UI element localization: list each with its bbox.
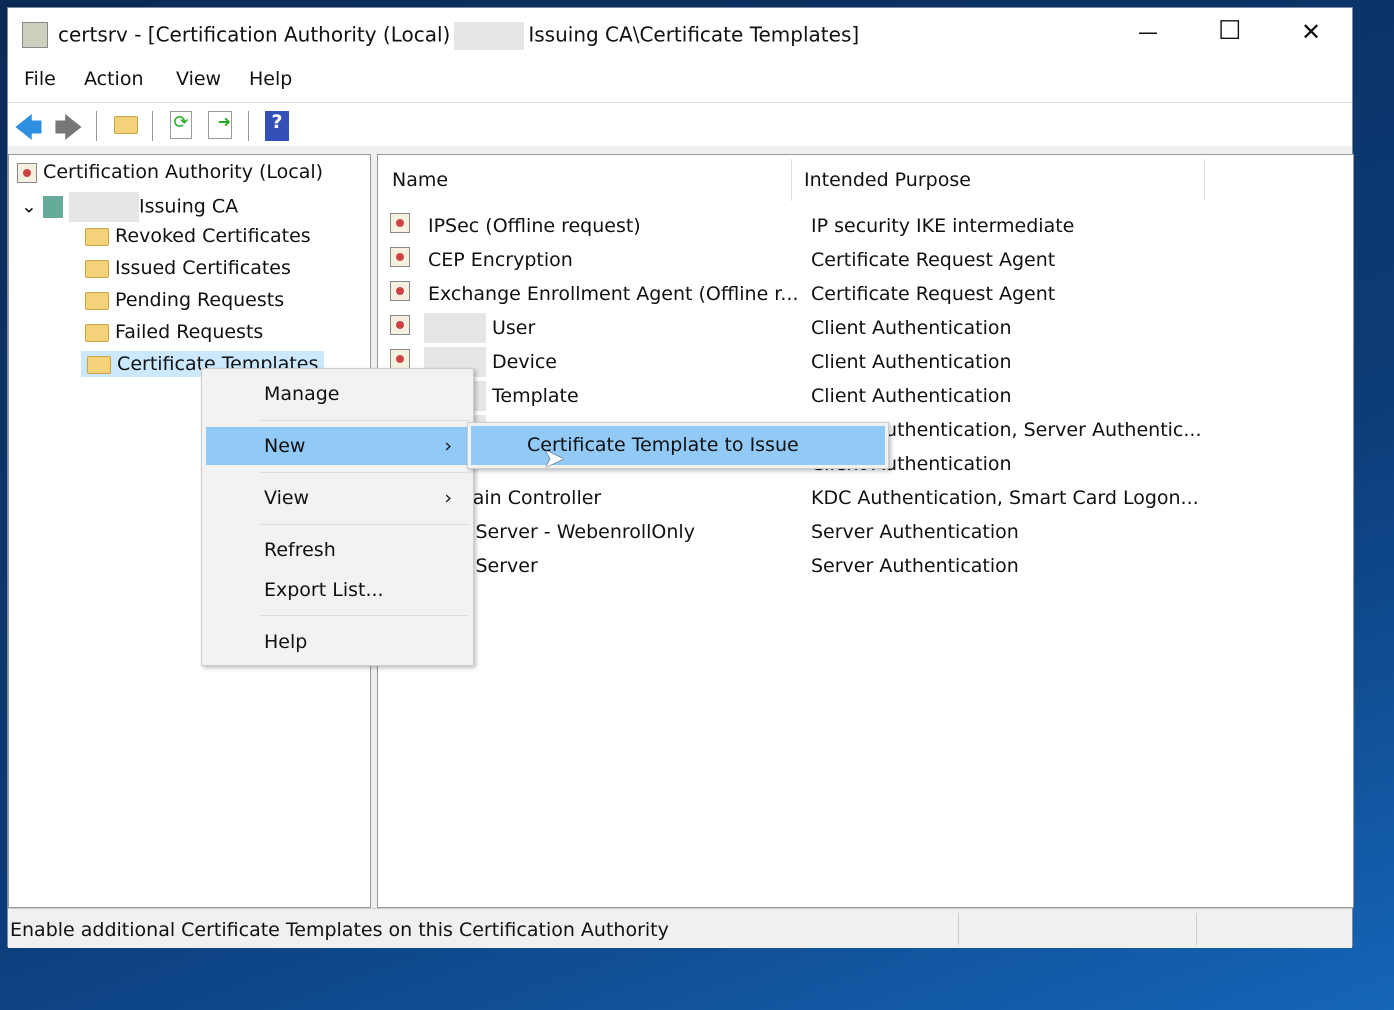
ca-root-icon <box>17 162 37 183</box>
column-header-purpose[interactable]: Intended Purpose <box>804 169 971 191</box>
column-divider[interactable] <box>791 159 792 201</box>
template-name: Device <box>492 351 557 373</box>
intended-purpose: Client Authentication <box>811 351 1012 373</box>
intended-purpose: Certificate Request Agent <box>811 249 1056 271</box>
ca-server-icon <box>42 196 63 218</box>
export-list-icon[interactable]: ➜ <box>208 111 232 139</box>
menu-item-export-list[interactable]: Export List... <box>206 571 470 609</box>
tree-item-failed[interactable]: Failed Requests <box>85 321 263 343</box>
tree-item-issued[interactable]: Issued Certificates <box>85 257 291 279</box>
menu-item-certificate-template-to-issue[interactable]: Certificate Template to Issue <box>471 426 885 465</box>
template-name: IPSec (Offline request) <box>428 215 641 237</box>
certificate-template-icon <box>390 213 410 233</box>
menu-view[interactable]: View <box>176 68 221 90</box>
table-row[interactable]: Exchange Enrollment Agent (Offline r... C… <box>388 279 1348 311</box>
refresh-icon[interactable]: ⟳ <box>170 111 192 139</box>
toolbar-separator <box>96 111 97 141</box>
menu-help[interactable]: Help <box>249 68 292 90</box>
submenu-new: Certificate Template to Issue <box>467 422 889 469</box>
table-row[interactable]: Web Server - WebenrollOnly Server Authent… <box>388 517 1348 549</box>
table-row[interactable]: Domain Controller KDC Authentication, Sma… <box>388 483 1348 515</box>
status-bar: Enable additional Certificate Templates … <box>8 908 1352 948</box>
table-row[interactable]: Device Client Authentication <box>388 347 1348 379</box>
tree-root[interactable]: Certification Authority (Local) <box>17 161 323 183</box>
template-name: Exchange Enrollment Agent (Offline r... <box>428 283 799 305</box>
tree-item-revoked[interactable]: Revoked Certificates <box>85 225 311 247</box>
table-row[interactable]: Template Client Authentication <box>388 381 1348 413</box>
folder-icon <box>87 355 111 374</box>
folder-icon <box>85 291 109 310</box>
certificate-template-icon <box>390 349 410 369</box>
certificate-template-icon <box>390 315 410 335</box>
toolbar: 🡄 🡆 ⟳ ➜ ? <box>8 102 1352 146</box>
window-title: certsrv - [Certification Authority (Loca… <box>58 22 859 50</box>
chevron-right-icon: › <box>444 487 452 509</box>
table-row[interactable]: User Client Authentication <box>388 313 1348 345</box>
template-name: User <box>492 317 536 339</box>
template-name: CEP Encryption <box>428 249 573 271</box>
certificate-template-icon <box>390 247 410 267</box>
menu-item-refresh[interactable]: Refresh <box>206 531 470 569</box>
context-menu: Manage New › View › Refresh Export List...… <box>201 368 474 666</box>
up-folder-icon[interactable] <box>114 116 138 134</box>
help-icon[interactable]: ? <box>265 111 289 141</box>
status-text: Enable additional Certificate Templates … <box>10 919 669 941</box>
intended-purpose: KDC Authentication, Smart Card Logon... <box>811 487 1199 509</box>
tree-item-pending[interactable]: Pending Requests <box>85 289 284 311</box>
maximize-button[interactable]: ☐ <box>1218 16 1241 46</box>
certificate-template-icon <box>390 281 410 301</box>
column-header-name[interactable]: Name <box>392 169 448 191</box>
tree-ca-node[interactable]: ⌄ Issuing CA <box>21 192 238 222</box>
folder-icon <box>85 227 109 246</box>
toolbar-separator <box>248 111 249 141</box>
column-divider[interactable] <box>1204 159 1205 201</box>
table-row[interactable]: Web Server Server Authentication <box>388 551 1348 583</box>
intended-purpose: Certificate Request Agent <box>811 283 1056 305</box>
folder-icon <box>85 323 109 342</box>
minimize-button[interactable]: — <box>1138 20 1158 44</box>
close-button[interactable]: ✕ <box>1301 18 1321 46</box>
menu-item-new[interactable]: New › <box>206 427 470 465</box>
intended-purpose: IP security IKE intermediate <box>811 215 1075 237</box>
menu-item-manage[interactable]: Manage <box>206 375 470 413</box>
menu-item-help[interactable]: Help <box>206 623 470 661</box>
table-row[interactable]: CEP Encryption Certificate Request Agent <box>388 245 1348 277</box>
menu-action[interactable]: Action <box>84 68 144 90</box>
certsrv-app-icon <box>22 22 48 48</box>
template-name: Template <box>492 385 579 407</box>
folder-icon <box>85 259 109 278</box>
menu-file[interactable]: File <box>24 68 56 90</box>
chevron-down-icon[interactable]: ⌄ <box>21 196 37 218</box>
intended-purpose: Server Authentication <box>811 521 1019 543</box>
table-row[interactable]: IPSec (Offline request) IP security IKE i… <box>388 211 1348 243</box>
chevron-right-icon: › <box>444 435 452 457</box>
intended-purpose: Client Authentication <box>811 317 1012 339</box>
list-pane: Name Intended Purpose IPSec (Offline req… <box>377 154 1354 908</box>
intended-purpose: Server Authentication <box>811 555 1019 577</box>
menu-item-view[interactable]: View › <box>206 479 470 517</box>
intended-purpose: Client Authentication <box>811 385 1012 407</box>
toolbar-separator <box>152 111 153 141</box>
mouse-cursor-icon: ➤ <box>543 444 565 474</box>
